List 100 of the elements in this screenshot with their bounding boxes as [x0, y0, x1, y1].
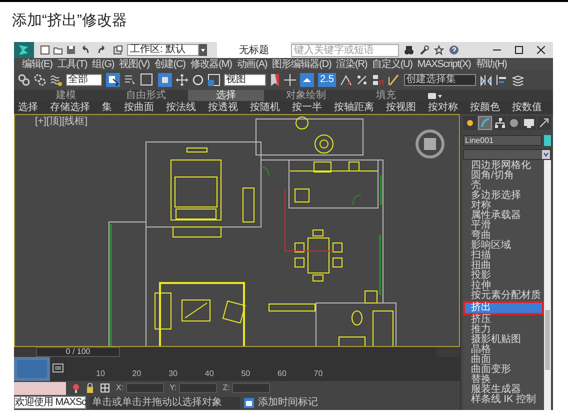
binoculars-icon[interactable]: [404, 45, 414, 55]
ribbon-tab[interactable]: 填充: [348, 90, 424, 101]
maximize-icon[interactable]: [515, 46, 523, 54]
ribbon-tab[interactable]: 自由形式: [108, 90, 184, 101]
project-folder-icon[interactable]: [113, 45, 123, 55]
time-slider-thumb[interactable]: 0 / 100: [36, 346, 120, 357]
modifier-list-item[interactable]: 挤压: [463, 315, 544, 325]
menu-item[interactable]: 修改器(M): [190, 58, 232, 70]
save-icon[interactable]: [66, 45, 76, 55]
ribbon-button[interactable]: 按视图: [386, 102, 416, 114]
panel-tab[interactable]: [463, 116, 477, 130]
modifier-list-item[interactable]: 摄影机贴图: [463, 335, 544, 345]
lock-icon[interactable]: [86, 383, 94, 393]
modifier-list-item[interactable]: 推力: [463, 325, 544, 335]
ribbon-button[interactable]: 按对称: [428, 102, 458, 114]
menu-item[interactable]: 工具(T): [57, 58, 88, 70]
ribbon-options-icon[interactable]: [428, 92, 442, 100]
coordinate-field[interactable]: [178, 383, 217, 393]
percent-snap-icon[interactable]: [356, 74, 368, 86]
ribbon-button[interactable]: 存储选择: [50, 102, 90, 114]
modifier-list-item[interactable]: 影响区域: [463, 241, 544, 251]
menu-item[interactable]: 帮助(H): [476, 58, 507, 70]
rotate-icon[interactable]: [192, 74, 204, 86]
folder-icon[interactable]: [53, 45, 63, 55]
modifier-list-item[interactable]: 替换: [463, 375, 544, 385]
modifier-list-dropdown[interactable]: [463, 149, 551, 160]
modifier-list-item[interactable]: 投影: [463, 271, 544, 281]
coordinate-field[interactable]: [232, 383, 270, 393]
ribbon-tab[interactable]: 建模: [28, 90, 104, 101]
app-logo-icon[interactable]: [14, 42, 34, 58]
reference-coordinate-dropdown[interactable]: 视图: [224, 74, 266, 86]
new-file-icon[interactable]: [40, 45, 50, 55]
object-name-field[interactable]: Line001: [463, 135, 542, 146]
modifier-list-item[interactable]: 对称: [463, 201, 544, 211]
ribbon-tab[interactable]: 对象绘制: [268, 90, 344, 101]
viewport[interactable]: [+][顶][线框]: [14, 114, 460, 347]
mirror-icon[interactable]: [480, 74, 492, 86]
scale-icon[interactable]: [208, 74, 220, 86]
unlink-icon[interactable]: [34, 74, 46, 86]
angle-snap-icon[interactable]: [340, 74, 352, 86]
modifier-list-item[interactable]: 扭曲: [463, 261, 544, 271]
menu-item[interactable]: MAXScript(X): [417, 58, 471, 70]
panel-tab[interactable]: [508, 116, 522, 130]
modifier-list-item[interactable]: 扫描: [463, 251, 544, 261]
modifier-list-item[interactable]: 弯曲: [463, 231, 544, 241]
modifier-list-item[interactable]: 拉伸: [463, 281, 544, 291]
link-icon[interactable]: [18, 74, 30, 86]
modifier-list-item[interactable]: 按元素分配材质: [463, 291, 544, 301]
select-object-icon[interactable]: [106, 73, 120, 87]
ribbon-tab[interactable]: 选择: [188, 90, 264, 101]
workspace-dropdown[interactable]: 工作区: 默认: [127, 44, 199, 56]
time-tag-icon[interactable]: [244, 398, 254, 408]
viewport-label[interactable]: [+][顶][线框]: [35, 117, 88, 127]
viewcube-icon[interactable]: [415, 129, 445, 159]
window-crossing-icon[interactable]: [158, 73, 172, 87]
modifier-list-item[interactable]: 曲面变形: [463, 365, 544, 375]
menu-item[interactable]: 自定义(U): [372, 58, 412, 70]
modifier-list-item[interactable]: 平滑: [463, 221, 544, 231]
ribbon-button[interactable]: 按法线: [166, 102, 196, 114]
ribbon-button[interactable]: 选择: [18, 102, 38, 114]
menu-item[interactable]: 动画(A): [236, 58, 268, 70]
select-by-name-icon[interactable]: [124, 74, 136, 86]
lightbulb-icon[interactable]: [72, 383, 80, 393]
menu-item[interactable]: 组(G): [92, 58, 114, 70]
move-icon[interactable]: [176, 74, 188, 86]
modifier-list-item[interactable]: 曲面: [463, 355, 544, 365]
wrench-icon[interactable]: [419, 45, 429, 55]
align-icon[interactable]: [496, 74, 508, 86]
named-selection-dropdown[interactable]: 创建选择集: [404, 74, 476, 86]
ribbon-button[interactable]: 按数值: [512, 102, 542, 114]
dropdown-arrow-icon[interactable]: [542, 150, 550, 159]
panel-tab[interactable]: [478, 116, 492, 130]
coordinate-field[interactable]: [126, 383, 164, 393]
panel-tab[interactable]: [537, 116, 551, 130]
menu-item[interactable]: 渲染(R): [336, 58, 368, 70]
modifier-list-item[interactable]: 多边形选择: [463, 191, 544, 201]
ribbon-button[interactable]: 按随机: [250, 102, 280, 114]
ribbon-button[interactable]: 集: [102, 102, 112, 114]
ribbon-button[interactable]: 按曲面: [124, 102, 154, 114]
object-color-swatch[interactable]: [544, 135, 551, 146]
menu-item[interactable]: 图形编辑器(D): [272, 58, 332, 70]
wave-icon[interactable]: [50, 74, 62, 86]
ribbon-button[interactable]: 按一半: [292, 102, 322, 114]
snap-toggle[interactable]: 2.5: [318, 73, 336, 87]
modifier-list-item[interactable]: 样条线 IK 控制: [463, 395, 544, 405]
panel-tab[interactable]: [522, 116, 536, 130]
ribbon-button[interactable]: 按颜色: [470, 102, 500, 114]
modifier-list-item[interactable]: 晶格: [463, 345, 544, 355]
star-icon[interactable]: [434, 45, 444, 55]
gizmo-icon[interactable]: [100, 383, 110, 393]
panel-tab[interactable]: [492, 116, 507, 130]
listener-field[interactable]: [14, 382, 66, 394]
modifier-list-item[interactable]: 四边形网格化: [463, 161, 544, 171]
timeline-track[interactable]: 10 20 30 40 50 60 70: [50, 356, 460, 381]
ribbon-button[interactable]: 按轴距离: [334, 102, 374, 114]
bookmark-icon[interactable]: [270, 74, 280, 86]
rectangle-select-icon[interactable]: [140, 73, 154, 87]
modifier-list-item[interactable]: 圆角/切角: [463, 171, 544, 181]
layers-icon[interactable]: [512, 74, 524, 86]
modifier-list-item[interactable]: 属性承载器: [463, 211, 544, 221]
